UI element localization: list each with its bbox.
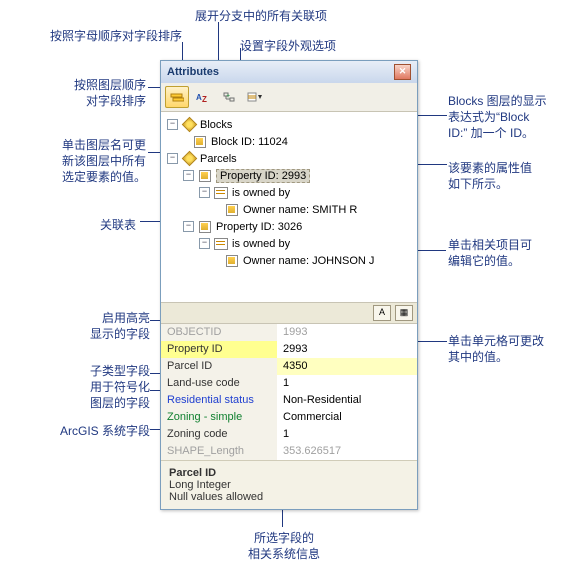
- callout-options: 设置字段外观选项: [240, 38, 336, 54]
- grid-field-name: Zoning - simple: [161, 409, 277, 426]
- svg-text:+: +: [226, 93, 230, 100]
- view-mode-button-2[interactable]: ▦: [395, 305, 413, 321]
- collapse-icon[interactable]: −: [183, 221, 194, 232]
- tree-label: is owned by: [232, 187, 290, 199]
- tree-related-record-1[interactable]: Owner name: SMITH R: [165, 201, 413, 218]
- tree-relationship-2[interactable]: − is owned by: [165, 235, 413, 252]
- grid-field-value[interactable]: 353.626517: [277, 443, 417, 460]
- callout-alpha-order: 按照字母顺序对字段排序: [50, 28, 182, 44]
- callout-clickcell: 单击单元格可更改 其中的值。: [448, 333, 544, 365]
- record-icon: [225, 204, 239, 216]
- layer-icon: [182, 153, 196, 165]
- callout-subtype: 子类型字段 用于符号化 图层的字段: [56, 363, 150, 412]
- expand-related-button[interactable]: +: [217, 86, 241, 108]
- callout-displayexpr: Blocks 图层的显示 表达式为“Block ID:” 加一个 ID。: [448, 93, 547, 142]
- field-info-line: Null values allowed: [169, 491, 409, 503]
- grid-toolbar: A ▦: [161, 302, 417, 324]
- grid-field-name: Zoning code: [161, 426, 277, 443]
- tree-feature-parcel-1[interactable]: − Property ID: 2993: [165, 167, 413, 184]
- collapse-icon[interactable]: −: [167, 153, 178, 164]
- callout-attrval: 该要素的属性值 如下所示。: [448, 160, 532, 192]
- grid-field-name: Parcel ID: [161, 358, 277, 375]
- tree-feature-parcel-2[interactable]: − Property ID: 3026: [165, 218, 413, 235]
- layer-icon: [182, 119, 196, 131]
- grid-field-name: OBJECTID: [161, 324, 277, 341]
- callout-hlfield: 启用高亮 显示的字段: [70, 310, 150, 342]
- field-appearance-button[interactable]: [243, 86, 267, 108]
- svg-text:Z: Z: [202, 95, 207, 103]
- alphabetical-order-button[interactable]: AZ: [191, 86, 215, 108]
- tree-related-record-2[interactable]: Owner name: JOHNSON J: [165, 252, 413, 269]
- grid-field-value[interactable]: Non-Residential: [277, 392, 417, 409]
- grid-field-value[interactable]: 1: [277, 426, 417, 443]
- tree-layer-blocks[interactable]: − Blocks: [165, 116, 413, 133]
- grid-field-value[interactable]: 1: [277, 375, 417, 392]
- collapse-icon[interactable]: −: [199, 238, 210, 249]
- grid-row[interactable]: Zoning code1: [161, 426, 417, 443]
- callout-bottom: 所选字段的 相关系统信息: [248, 530, 320, 562]
- grid-row[interactable]: OBJECTID1993: [161, 324, 417, 341]
- record-icon: [225, 255, 239, 267]
- grid-row[interactable]: SHAPE_Length353.626517: [161, 443, 417, 460]
- attribute-grid: OBJECTID1993Property ID2993Parcel ID4350…: [161, 324, 417, 460]
- collapse-icon[interactable]: −: [167, 119, 178, 130]
- callout-reltable: 关联表: [100, 217, 136, 233]
- relationship-icon: [214, 238, 228, 250]
- attributes-window: Attributes ✕ AZ + − Blocks Block ID: 110…: [160, 60, 418, 510]
- grid-field-value[interactable]: 2993: [277, 341, 417, 358]
- grid-row[interactable]: Land-use code1: [161, 375, 417, 392]
- callout-expand: 展开分支中的所有关联项: [195, 8, 327, 24]
- collapse-icon[interactable]: −: [199, 187, 210, 198]
- layer-order-button[interactable]: [165, 86, 189, 108]
- tree-label: Property ID: 3026: [216, 221, 302, 233]
- grid-field-name: Land-use code: [161, 375, 277, 392]
- grid-field-value[interactable]: 4350: [277, 358, 417, 375]
- grid-field-value[interactable]: 1993: [277, 324, 417, 341]
- callout-layer-order: 按照图层顺序 对字段排序: [26, 77, 146, 109]
- grid-row[interactable]: Residential statusNon-Residential: [161, 392, 417, 409]
- callout-sysfield: ArcGIS 系统字段: [30, 423, 150, 439]
- grid-field-name: SHAPE_Length: [161, 443, 277, 460]
- grid-field-name: Residential status: [161, 392, 277, 409]
- tree-label: is owned by: [232, 238, 290, 250]
- tree-relationship-1[interactable]: − is owned by: [165, 184, 413, 201]
- tree-feature-block[interactable]: Block ID: 11024: [165, 133, 413, 150]
- grid-row[interactable]: Zoning - simpleCommercial: [161, 409, 417, 426]
- tree-label: Property ID: 2993: [216, 169, 310, 183]
- grid-field-value[interactable]: Commercial: [277, 409, 417, 426]
- callout-layerclick: 单击图层名可更 新该图层中所有 选定要素的值。: [26, 137, 146, 186]
- grid-row[interactable]: Property ID2993: [161, 341, 417, 358]
- feature-icon: [198, 221, 212, 233]
- titlebar[interactable]: Attributes ✕: [161, 61, 417, 83]
- grid-row[interactable]: Parcel ID4350: [161, 358, 417, 375]
- tree-panel: − Blocks Block ID: 11024 − Parcels − Pro…: [161, 112, 417, 302]
- field-info-title: Parcel ID: [169, 467, 409, 479]
- window-title: Attributes: [167, 66, 219, 78]
- field-info-box: Parcel ID Long Integer Null values allow…: [161, 460, 417, 509]
- callout-clickrelated: 单击相关项目可 编辑它的值。: [448, 237, 532, 269]
- tree-layer-parcels[interactable]: − Parcels: [165, 150, 413, 167]
- field-info-line: Long Integer: [169, 479, 409, 491]
- collapse-icon[interactable]: −: [183, 170, 194, 181]
- tree-label: Owner name: JOHNSON J: [243, 255, 374, 267]
- tree-label: Blocks: [200, 119, 232, 131]
- grid-field-name: Property ID: [161, 341, 277, 358]
- relationship-icon: [214, 187, 228, 199]
- feature-icon: [198, 170, 212, 182]
- toolbar: AZ +: [161, 83, 417, 112]
- tree-label: Block ID: 11024: [211, 136, 288, 148]
- view-mode-button-1[interactable]: A: [373, 305, 391, 321]
- feature-icon: [193, 136, 207, 148]
- close-icon[interactable]: ✕: [394, 64, 411, 80]
- tree-label: Owner name: SMITH R: [243, 204, 357, 216]
- tree-label: Parcels: [200, 153, 237, 165]
